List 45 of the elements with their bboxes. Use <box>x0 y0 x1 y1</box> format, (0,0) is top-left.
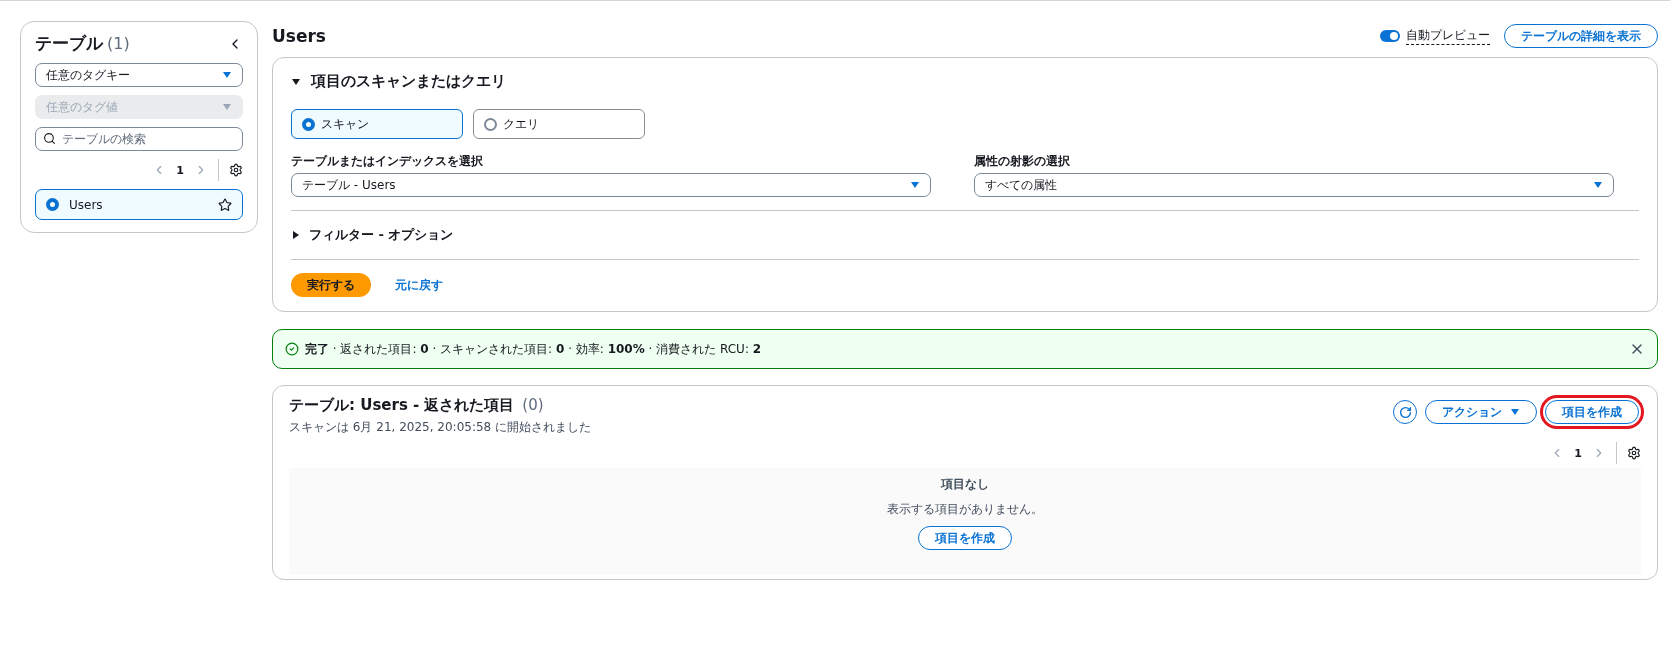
run-button[interactable]: 実行する <box>291 273 371 297</box>
filter-expander[interactable]: フィルター - オプション <box>291 224 1639 246</box>
reset-link[interactable]: 元に戻す <box>395 276 443 294</box>
create-item-button[interactable]: 項目を作成 <box>918 526 1012 550</box>
auto-preview-toggle[interactable] <box>1380 30 1400 42</box>
field-label: 属性の射影の選択 <box>974 153 1071 170</box>
radio-icon <box>302 117 315 131</box>
table-details-button[interactable]: テーブルの詳細を表示 <box>1504 24 1658 48</box>
tag-key-select[interactable]: 任意のタグキー <box>35 63 243 87</box>
page-title: Users <box>272 26 326 46</box>
refresh-button[interactable] <box>1393 400 1417 424</box>
auto-preview-label: 自動プレビュー <box>1406 27 1490 45</box>
page-number[interactable]: 1 <box>1574 446 1582 460</box>
dropdown-select[interactable]: すべての属性 <box>974 173 1614 197</box>
settings-icon[interactable] <box>229 163 243 177</box>
mode-option[interactable]: クエリ <box>473 109 645 139</box>
search-field[interactable]: テーブルの検索 <box>35 127 243 151</box>
dropdown-select[interactable]: テーブル - Users <box>291 173 931 197</box>
radio-icon <box>46 198 59 211</box>
status-message: 完了 · 返された項目: 0 · スキャンされた項目: 0 · 効率: 100% · 消費された RCU: 2 <box>305 340 763 358</box>
table-item[interactable]: Users <box>35 189 243 220</box>
sidebar-title: テーブル <box>35 33 103 53</box>
table-count: (1) <box>107 34 130 53</box>
empty-message: 表示する項目がありません。 <box>887 501 1043 518</box>
refresh-icon <box>1398 405 1412 419</box>
caret-icon <box>910 180 920 190</box>
radio-icon <box>484 117 497 131</box>
expand-icon <box>291 76 301 87</box>
results-title: テーブル: Users - 返された項目 <box>289 396 515 414</box>
scan-query-header[interactable]: 項目のスキャンまたはクエリ <box>291 72 1639 91</box>
caret-icon <box>222 70 232 80</box>
results-count: (0) <box>522 396 544 414</box>
empty-title: 項目なし <box>941 476 989 493</box>
success-icon <box>285 342 299 356</box>
caret-icon <box>1593 180 1603 190</box>
mode-option[interactable]: スキャン <box>291 109 463 139</box>
actions-button[interactable]: アクション <box>1425 400 1537 424</box>
field-label: テーブルまたはインデックスを選択 <box>291 153 484 170</box>
scan-started-text: スキャンは 6月 21, 2025, 20:05:58 に開始されました <box>289 419 592 436</box>
settings-icon[interactable] <box>1627 446 1641 460</box>
star-icon[interactable] <box>218 197 232 212</box>
caret-icon <box>222 102 232 112</box>
expand-icon <box>291 230 301 240</box>
caret-icon <box>1510 407 1520 417</box>
page-number[interactable]: 1 <box>176 163 184 177</box>
